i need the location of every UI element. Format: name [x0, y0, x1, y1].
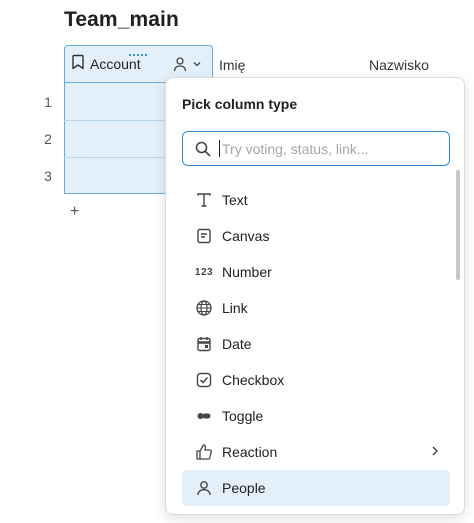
type-option-label: Toggle	[222, 408, 264, 424]
number-icon: 123	[194, 262, 214, 282]
type-option-label: Canvas	[222, 228, 270, 244]
people-icon	[173, 57, 187, 72]
checkbox-icon	[194, 370, 214, 390]
row-number: 1	[44, 94, 52, 110]
popup-title: Pick column type	[182, 96, 298, 112]
column-type-popup: Pick column type Text Canvas 123 Number	[165, 77, 465, 515]
type-option-label: People	[222, 480, 266, 496]
page-title: Team_main	[64, 8, 179, 31]
type-option-reaction[interactable]: Reaction	[182, 434, 450, 470]
type-option-number[interactable]: 123 Number	[182, 254, 450, 290]
type-option-toggle[interactable]: Toggle	[182, 398, 450, 434]
search-input[interactable]	[222, 140, 432, 157]
chevron-down-icon	[193, 62, 201, 67]
type-option-label: Date	[222, 336, 252, 352]
person-icon	[194, 478, 214, 498]
thumbs-up-icon	[194, 442, 214, 462]
text-caret	[219, 140, 220, 157]
row-number: 2	[44, 131, 52, 147]
type-option-people[interactable]: People	[182, 470, 450, 506]
column-header-label: Account	[90, 56, 141, 72]
column-header-nazwisko[interactable]: Nazwisko	[369, 57, 429, 73]
type-option-label: Number	[222, 264, 272, 280]
column-header-imie[interactable]: Imię	[219, 57, 245, 73]
type-option-checkbox[interactable]: Checkbox	[182, 362, 450, 398]
toggle-icon	[194, 406, 214, 426]
drag-handle[interactable]	[129, 43, 149, 56]
text-icon	[194, 190, 214, 210]
type-option-label: Text	[222, 192, 248, 208]
type-option-label: Reaction	[222, 444, 278, 460]
type-option-date[interactable]: Date	[182, 326, 450, 362]
type-option-label: Link	[222, 300, 248, 316]
canvas-icon	[194, 226, 214, 246]
calendar-icon	[194, 334, 214, 354]
type-option-label: Checkbox	[222, 372, 285, 388]
scrollbar[interactable]	[456, 170, 460, 280]
search-box[interactable]	[182, 131, 450, 166]
number-icon-text: 123	[194, 266, 214, 278]
search-icon	[195, 141, 211, 156]
type-option-canvas[interactable]: Canvas	[182, 218, 450, 254]
type-option-link[interactable]: Link	[182, 290, 450, 326]
column-type-button[interactable]	[172, 56, 202, 72]
column-type-list: Text Canvas 123 Number Link Date Checkbo…	[182, 182, 450, 506]
bookmark-icon	[71, 54, 85, 75]
type-option-text[interactable]: Text	[182, 182, 450, 218]
globe-icon	[194, 298, 214, 318]
row-number: 3	[44, 168, 52, 184]
chevron-right-icon	[430, 444, 440, 462]
add-row-button[interactable]: +	[70, 203, 79, 221]
